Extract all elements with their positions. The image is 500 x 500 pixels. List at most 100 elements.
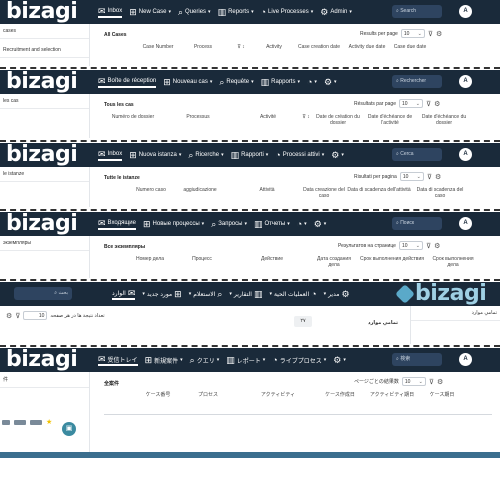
column-case-number[interactable]: Numero caso	[134, 187, 168, 199]
status-chip[interactable]	[14, 419, 26, 425]
column-activity[interactable]: Действие	[232, 256, 312, 268]
star-icon[interactable]: ★	[46, 418, 52, 426]
nav-reports[interactable]: ▥ التقارير ▾	[229, 289, 262, 299]
filter-icon[interactable]: ⊽	[426, 242, 431, 250]
results-per-page-select[interactable]: 10 ⌄	[399, 172, 424, 181]
column-process[interactable]: aggiudicazione	[168, 187, 232, 199]
nav-inbox[interactable]: ✉ 受信トレイ	[98, 354, 138, 366]
nav-live-processes[interactable]: ◔ Live Processes ▾	[261, 7, 314, 17]
nav-live-processes[interactable]: ◔ ライブプロセス ▾	[272, 355, 326, 365]
nav-reports[interactable]: ▥ Rapports ▾	[261, 77, 300, 87]
nav-reports[interactable]: ▥ Отчеты ▾	[254, 219, 290, 229]
nav-queries[interactable]: ⌕ Запросы ▾	[211, 219, 247, 229]
nav-live-processes[interactable]: ◔ ▾	[307, 77, 317, 87]
column-activity-due-date[interactable]: Activity due date	[344, 44, 390, 50]
filter-icon[interactable]: ⊽ ↕	[298, 114, 314, 126]
settings-icon[interactable]: ⚙	[434, 100, 440, 108]
column-activity-due-date[interactable]: Data di scadenza dell'attività	[346, 187, 412, 199]
status-chip[interactable]	[2, 419, 10, 425]
column-case-creation-date[interactable]: Data creazione del caso	[302, 187, 346, 199]
settings-icon[interactable]: ⚙	[436, 30, 442, 38]
nav-live-processes[interactable]: ◔ ▾	[297, 219, 307, 229]
nav-queries[interactable]: ⌕ クエリ ▾	[190, 355, 220, 365]
nav-inbox[interactable]: ✉ Inbox	[98, 149, 123, 161]
column-activity-due-date[interactable]: Срок выполнения действия	[356, 256, 428, 268]
nav-inbox[interactable]: ✉ Boîte de réception	[98, 76, 157, 88]
nav-new-case[interactable]: ⊞ New Case ▾	[129, 7, 171, 17]
column-process[interactable]: Процесс	[172, 256, 232, 268]
sidebar-item-all-cases[interactable]: экземпляры	[0, 236, 89, 251]
column-case-due-date[interactable]: Data di scadenza del caso	[412, 187, 468, 199]
sidebar-item-all-cases[interactable]: le istanze	[0, 167, 89, 182]
sidebar-item-recruitment[interactable]: Recruitment and selection	[0, 43, 89, 58]
filter-icon[interactable]: ⊽	[428, 30, 433, 38]
nav-queries[interactable]: ⌕ Queries ▾	[178, 7, 211, 17]
search-input[interactable]: ⌕ Rechercher	[392, 75, 442, 88]
column-case-number[interactable]: Номер дела	[128, 256, 172, 268]
filter-icon[interactable]: ⊽	[15, 312, 20, 320]
avatar[interactable]: A	[459, 217, 472, 230]
column-activity[interactable]: Attività	[232, 187, 302, 199]
nav-queries[interactable]: ⌕ Requête ▾	[219, 77, 253, 87]
settings-icon[interactable]: ⚙	[434, 242, 440, 250]
filter-icon[interactable]: ⊽	[429, 378, 434, 386]
floating-action-button[interactable]: ▣	[62, 422, 76, 436]
search-input[interactable]: بحث ⌕	[14, 287, 72, 300]
results-per-page-select[interactable]: 10	[23, 311, 48, 320]
column-case-due-date[interactable]: Срок выполнения дела	[428, 256, 478, 268]
brand-logo[interactable]: bizagi	[6, 212, 78, 236]
brand-logo[interactable]: bizagi	[6, 0, 78, 24]
nav-reports[interactable]: ▥ Reports ▾	[218, 7, 254, 17]
nav-admin[interactable]: ⚙ ▾	[324, 77, 337, 87]
column-case-creation-date[interactable]: Date de création du dossier	[314, 114, 362, 126]
nav-admin[interactable]: ⚙ ▾	[331, 150, 344, 160]
nav-admin[interactable]: ⚙ ▾	[333, 355, 346, 365]
nav-inbox[interactable]: ✉ Inbox	[98, 6, 123, 18]
nav-new-case[interactable]: ⊞ 新規案件 ▾	[145, 355, 183, 365]
nav-inbox[interactable]: ✉ الوارد	[112, 288, 136, 300]
nav-queries[interactable]: ⌕ Ricerche ▾	[188, 150, 223, 160]
results-per-page-select[interactable]: 10 ⌄	[398, 99, 423, 108]
column-activity-due-date[interactable]: Date d'échéance de l'activité	[362, 114, 418, 126]
results-per-page-select[interactable]: 10 ⌄	[398, 241, 423, 250]
nav-new-case[interactable]: ⊞ Nouveau cas ▾	[163, 77, 212, 87]
column-case-due-date[interactable]: Case due date	[390, 44, 430, 50]
column-activity[interactable]: Activité	[238, 114, 298, 126]
brand-logo[interactable]: bizagi	[395, 282, 487, 306]
nav-inbox[interactable]: ✉ Входящие	[98, 218, 136, 230]
search-input[interactable]: ⌕ Search	[392, 5, 442, 18]
results-per-page-select[interactable]: 10 ⌄	[400, 29, 425, 38]
column-activity[interactable]: Activity	[254, 44, 294, 50]
search-input[interactable]: ⌕ Поиск	[392, 217, 442, 230]
nav-new-case[interactable]: ⊞ Nuova istanza ▾	[129, 150, 181, 160]
column-activity-due-date[interactable]: アクティビティ期日	[362, 392, 422, 398]
filter-icon[interactable]: ⊽	[426, 100, 431, 108]
brand-logo[interactable]: bizagi	[6, 348, 78, 372]
filter-icon[interactable]: ⊽ ↕	[228, 44, 254, 50]
nav-admin[interactable]: ⚙ Admin ▾	[320, 7, 352, 17]
avatar[interactable]: A	[459, 75, 472, 88]
avatar[interactable]: A	[459, 5, 472, 18]
search-input[interactable]: ⌕ Cerca	[392, 148, 442, 161]
column-case-number[interactable]: ケース番号	[138, 392, 178, 398]
nav-new-case[interactable]: ⊞ Новые процессы ▾	[143, 219, 204, 229]
column-case-number[interactable]: Numéro de dossier	[108, 114, 158, 126]
settings-icon[interactable]: ⚙	[6, 312, 12, 320]
avatar[interactable]: A	[459, 353, 472, 366]
column-process[interactable]: Processus	[158, 114, 238, 126]
column-case-creation-date[interactable]: Дата создания дела	[312, 256, 356, 268]
column-process[interactable]: プロセス	[178, 392, 238, 398]
sidebar-item-all-cases[interactable]: تمامي موارد	[411, 306, 500, 321]
brand-logo[interactable]: bizagi	[6, 70, 78, 94]
status-chip[interactable]	[30, 419, 42, 425]
nav-reports[interactable]: ▥ Rapporti ▾	[231, 150, 269, 160]
nav-new-case[interactable]: ⊞ مورد جديد ▾	[142, 289, 181, 299]
column-activity[interactable]: アクティビティ	[238, 392, 318, 398]
settings-icon[interactable]: ⚙	[435, 173, 441, 181]
sidebar-item-all-cases[interactable]: 件	[0, 372, 89, 388]
avatar[interactable]: A	[459, 148, 472, 161]
column-case-creation-date[interactable]: ケース作成日	[318, 392, 362, 398]
nav-queries[interactable]: ⌕ الاستعلام ▾	[189, 289, 223, 299]
nav-reports[interactable]: ▥ レポート ▾	[226, 355, 265, 365]
column-case-due-date[interactable]: Date d'échéance du dossier	[418, 114, 470, 126]
